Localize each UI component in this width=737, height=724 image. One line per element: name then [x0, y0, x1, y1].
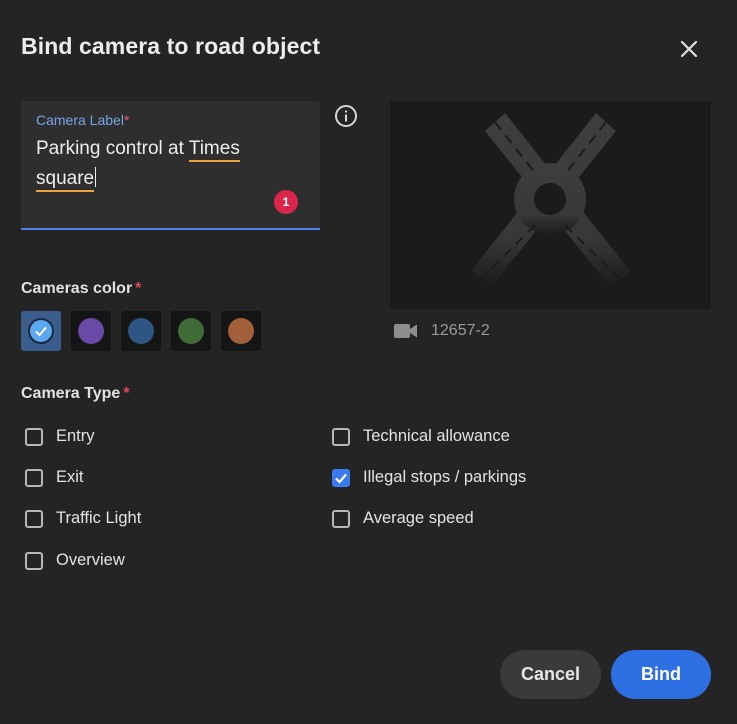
color-dot	[228, 318, 254, 344]
spellcheck-word: square	[36, 168, 95, 192]
camera-label-field[interactable]: Camera Label* Parking control at Times s…	[21, 101, 320, 230]
road-object-preview	[390, 101, 711, 309]
color-swatch-purple[interactable]	[71, 311, 111, 351]
video-camera-icon	[394, 324, 417, 338]
checkbox-box[interactable]	[25, 427, 43, 446]
text-caret	[95, 167, 97, 187]
info-icon[interactable]	[334, 104, 358, 128]
color-dot	[78, 318, 104, 344]
checkmark-icon	[335, 473, 347, 484]
checkbox-box[interactable]	[25, 468, 43, 487]
spellcheck-word: Times	[188, 138, 240, 162]
color-swatch-green[interactable]	[171, 311, 211, 351]
checkmark-icon	[35, 326, 47, 337]
cameras-color-label: Cameras color *	[21, 280, 142, 297]
color-swatch-navy[interactable]	[121, 311, 161, 351]
color-dot	[128, 318, 154, 344]
checkbox-box[interactable]	[25, 509, 43, 528]
checkbox-label: Average speed	[363, 509, 474, 527]
color-swatch-orange[interactable]	[221, 311, 261, 351]
checkbox-label: Exit	[56, 468, 84, 486]
bind-button[interactable]: Bind	[611, 650, 711, 699]
checkbox-box[interactable]	[332, 427, 350, 446]
camera-label-input[interactable]: Parking control at Times square	[36, 134, 286, 194]
checkbox-box[interactable]	[332, 509, 350, 528]
checkbox-exit[interactable]: Exit	[25, 468, 84, 487]
color-swatch-blue[interactable]	[21, 311, 61, 351]
error-count-badge[interactable]: 1	[274, 190, 298, 214]
checkbox-traffic-light[interactable]: Traffic Light	[25, 509, 141, 528]
camera-id-row: 12657-2	[394, 319, 490, 343]
color-dot	[28, 318, 54, 344]
checkbox-overview[interactable]: Overview	[25, 551, 125, 570]
checkbox-box-checked[interactable]	[332, 468, 350, 487]
dialog-title: Bind camera to road object	[21, 33, 321, 59]
checkbox-label: Technical allowance	[363, 427, 510, 445]
checkbox-entry[interactable]: Entry	[25, 427, 95, 446]
camera-type-label: Camera Type *	[21, 385, 130, 402]
color-dot	[178, 318, 204, 344]
close-button[interactable]	[674, 34, 704, 64]
checkbox-label: Entry	[56, 427, 95, 445]
close-icon	[680, 40, 698, 58]
checkbox-box[interactable]	[25, 551, 43, 570]
checkbox-average-speed[interactable]: Average speed	[332, 509, 474, 528]
camera-label-field-label: Camera Label*	[36, 112, 130, 128]
intersection-map-icon	[471, 113, 630, 287]
color-picker	[21, 311, 261, 351]
checkbox-illegal-stops[interactable]: Illegal stops / parkings	[332, 468, 526, 487]
camera-id: 12657-2	[431, 322, 490, 339]
checkbox-label: Overview	[56, 551, 125, 569]
checkbox-technical-allowance[interactable]: Technical allowance	[332, 427, 510, 446]
bind-camera-dialog: Bind camera to road object Camera Label*…	[0, 0, 737, 724]
checkbox-label: Traffic Light	[56, 509, 142, 527]
cancel-button[interactable]: Cancel	[500, 650, 601, 699]
checkbox-label: Illegal stops / parkings	[363, 468, 527, 486]
